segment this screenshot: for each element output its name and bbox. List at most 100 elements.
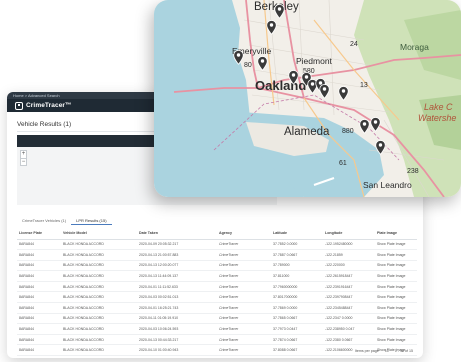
table-row[interactable]: 8ARA844 BLACK HONDA ACCORD 2020-04-01 16:2… (17, 302, 417, 314)
map-label-san-leandro: San Leandro (363, 180, 412, 190)
column-header[interactable]: Longitude (323, 228, 375, 240)
column-header[interactable]: Date Taken (137, 228, 217, 240)
table-cell: BLACK HONDA ACCORD (61, 249, 137, 261)
zoom-out-button[interactable]: − (21, 158, 26, 165)
table-cell: 37.7865 0.0667 (271, 313, 323, 325)
page-range: 1 - 10 of 15 (394, 349, 413, 353)
table-cell: -122.2391916447 (323, 281, 375, 293)
table-cell: 8ARA844 (17, 270, 61, 282)
items-per-page-select[interactable]: 10 (385, 349, 389, 353)
table-cell: 2020-04-13 12:00:20.077 (137, 260, 217, 272)
table-cell: BLACK HONDA ACCORD (61, 239, 137, 251)
table-cell: CrimeTracer (217, 334, 271, 346)
table-row[interactable]: 8ARA844 BLACK HONDA ACCORD 2020-04-03 10:0… (17, 323, 417, 335)
table-cell: 8ARA844 (17, 291, 61, 304)
table-cell: 8ARA844 (17, 281, 61, 293)
column-header[interactable]: Latitude (271, 228, 323, 240)
table-cell: BLACK HONDA ACCORD (61, 313, 137, 325)
tab-lpr-results[interactable]: LPR Results (15) (71, 216, 112, 225)
map-view[interactable]: Berkeley Emeryville Piedmont Oakland Mor… (154, 0, 461, 197)
table-cell: CrimeTracer (217, 344, 271, 357)
map-zoom-control: + − (20, 150, 27, 166)
results-tabs: CrimeTracer Vehicles (1) LPR Results (15… (17, 216, 112, 225)
table-cell: 8ARA844 (17, 260, 61, 272)
table-cell: 8ARA844 (17, 239, 61, 251)
table-cell: 2020-04-03 00:02:51.013 (137, 291, 217, 304)
map-pin-icon[interactable] (375, 140, 386, 155)
table-cell[interactable]: Show Plate Image (375, 302, 417, 314)
map-label-highway-13: 13 (360, 82, 368, 89)
table-cell: BLACK HONDA ACCORD (61, 281, 137, 293)
table-cell: CrimeTracer (217, 291, 271, 304)
zoom-in-button[interactable]: + (21, 151, 26, 158)
table-row[interactable]: 8ARA844 BLACK HONDA ACCORD 2020-04-01 11:1… (17, 281, 417, 293)
table-cell: 37.7960000000 (271, 281, 323, 293)
table-row[interactable]: 8ARA844 BLACK HONDA ACCORD 2020-04-13 11:4… (17, 270, 417, 282)
pagination: Items per page 10 1 - 10 of 15 (355, 349, 413, 353)
items-per-page-label: Items per page (354, 349, 379, 353)
table-cell: CrimeTracer (217, 281, 271, 293)
brand-name[interactable]: CrimeTracer™ (26, 102, 72, 109)
map-label-lake-chabot: Lake C (424, 102, 453, 112)
table-cell: BLACK HONDA ACCORD (61, 291, 137, 304)
table-cell: CrimeTracer (217, 239, 271, 251)
table-cell: BLACK HONDA ACCORD (61, 260, 137, 272)
table-row[interactable]: 8ARA844 BLACK HONDA ACCORD 2020-04-13 00:4… (17, 334, 417, 346)
table-cell: 37.8017000000 (271, 291, 323, 304)
map-pin-icon[interactable] (233, 50, 244, 65)
table-cell: 37.811000 (271, 270, 323, 282)
table-row[interactable]: 8ARA844 BLACK HONDA ACCORD 2020-04-11 01:0… (17, 313, 417, 325)
table-row[interactable]: 8ARA844 BLACK HONDA ACCORD 2020-04-03 00:0… (17, 291, 417, 304)
map-label-highway-238: 238 (407, 168, 419, 175)
table-row[interactable]: 8ARA844 BLACK HONDA ACCORD 2020-04-13 21:0… (17, 249, 417, 261)
table-header-row: License Plate Vehicle Model Date Taken A… (17, 228, 417, 240)
table-cell[interactable]: Show Plate Image (375, 281, 417, 293)
column-header[interactable]: Vehicle Model (61, 228, 137, 240)
table-cell: BLACK HONDA ACCORD (61, 334, 137, 346)
table-cell: -122.2615918447 (323, 270, 375, 282)
table-cell: BLACK HONDA ACCORD (61, 270, 137, 282)
table-cell[interactable]: Show Plate Image (375, 291, 417, 304)
table-cell: 37.7973 0.0447 (271, 323, 323, 335)
map-label-watershed: Watershe (418, 113, 457, 123)
table-cell: CrimeTracer (217, 302, 271, 314)
table-cell: -122.220000 (323, 260, 375, 272)
column-header[interactable]: License Plate (17, 228, 61, 240)
table-cell[interactable]: Show Plate Image (375, 260, 417, 272)
table-cell[interactable]: Show Plate Image (375, 270, 417, 282)
map-pin-icon[interactable] (370, 117, 381, 132)
table-cell: 8ARA844 (17, 313, 61, 325)
table-cell: 2020-04-13 11:44:09.137 (137, 270, 217, 282)
table-cell: 8ARA844 (17, 344, 61, 357)
map-pin-icon[interactable] (338, 86, 349, 101)
map-pin-icon[interactable] (266, 20, 277, 35)
map-pin-icon[interactable] (288, 70, 299, 85)
column-header[interactable]: Plate Image (375, 228, 417, 240)
table-cell[interactable]: Show Plate Image (375, 313, 417, 325)
map-pin-icon[interactable] (319, 84, 330, 99)
table-cell: -122.2380 0.0667 (323, 334, 375, 346)
table-cell: BLACK HONDA ACCORD (61, 344, 137, 357)
table-cell[interactable]: Show Plate Image (375, 249, 417, 261)
table-cell[interactable]: Show Plate Image (375, 323, 417, 335)
tab-crimetracer-vehicles[interactable]: CrimeTracer Vehicles (1) (17, 216, 71, 225)
table-cell: -122.2397908447 (323, 291, 375, 304)
table-cell: -122.2347 0.0000 (323, 313, 375, 325)
table-cell[interactable]: Show Plate Image (375, 334, 417, 346)
table-cell: 2020-04-01 16:25:21.743 (137, 302, 217, 314)
column-header[interactable]: Agency (217, 228, 271, 240)
table-cell: 2020-04-13 00:44:33.217 (137, 334, 217, 346)
table-row[interactable]: 8ARA844 BLACK HONDA ACCORD 2020-04-13 12:0… (17, 260, 417, 272)
table-cell: -122.1952480000 (323, 239, 375, 251)
map-label-highway-61: 61 (339, 160, 347, 167)
table-cell[interactable]: Show Plate Image (375, 239, 417, 251)
table-row[interactable]: 8ARA844 BLACK HONDA ACCORD 2020-04-09 20:0… (17, 239, 417, 251)
map-pin-icon[interactable] (257, 56, 268, 71)
table-cell: 2020-04-13 21:00:57.883 (137, 249, 217, 261)
table-cell: 37.7852 0.0000 (271, 239, 323, 251)
table-cell: 8ARA844 (17, 323, 61, 335)
table-cell: -122.21859 (323, 249, 375, 261)
map-pin-icon[interactable] (274, 4, 285, 19)
map-pin-icon[interactable] (359, 119, 370, 134)
table-cell: 37.789000 (271, 260, 323, 272)
